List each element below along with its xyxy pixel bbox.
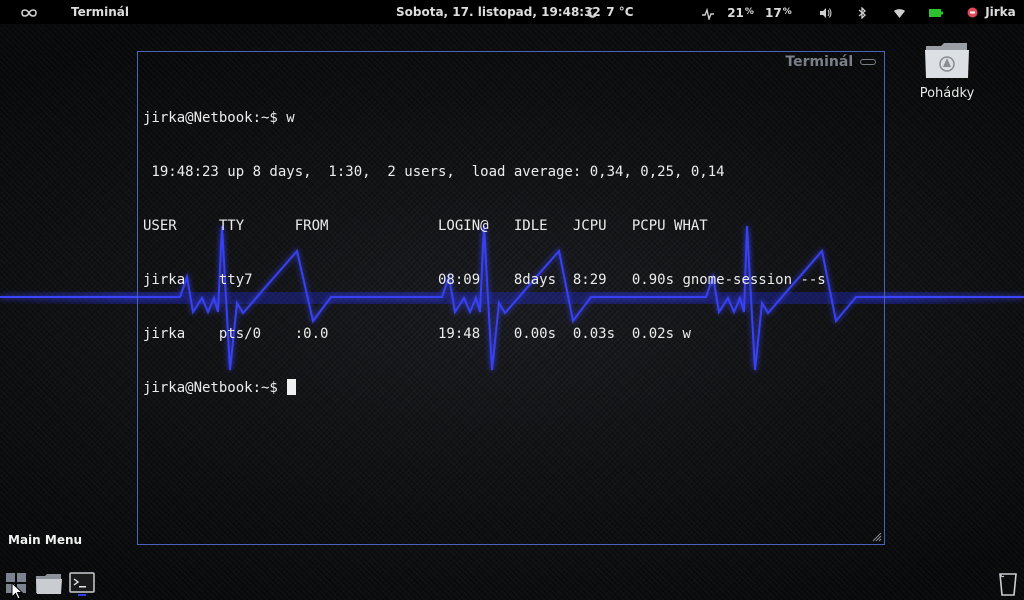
terminal-line: 19:48:23 up 8 days, 1:30, 2 users, load … (143, 164, 725, 180)
trash-icon (999, 573, 1017, 596)
terminal-line: jirka@Netbook:~$ w (143, 110, 295, 126)
battery-unit: % (782, 7, 792, 17)
activities-button[interactable] (20, 0, 38, 24)
volume-icon (820, 7, 832, 18)
terminal-cursor (287, 379, 297, 395)
terminal-line: jirka pts/0 :0.0 19:48 0.00s 0.03s 0.02s… (143, 326, 691, 342)
user-name: Jirka (985, 5, 1016, 19)
clock[interactable]: Sobota, 17. listopad, 19:48:32 (396, 0, 601, 24)
pulse-icon (702, 7, 714, 21)
user-status-icon (967, 7, 978, 18)
network-indicator[interactable] (893, 0, 906, 24)
volume-indicator[interactable] (819, 0, 832, 24)
terminal-line: USER TTY FROM LOGIN@ IDLE JCPU PCPU WHAT (143, 218, 708, 234)
terminal-title[interactable]: Terminál (785, 54, 876, 70)
cpu-unit: % (744, 7, 754, 17)
dock-trash[interactable] (998, 570, 1018, 600)
minimize-icon[interactable] (860, 59, 876, 65)
infinity-icon (21, 8, 37, 17)
main-menu-label[interactable]: Main Menu (8, 533, 82, 547)
dock-file-manager[interactable] (35, 573, 63, 599)
weather-temp: 7 °C (606, 5, 634, 19)
terminal-icon (69, 572, 95, 596)
terminal-title-label: Terminál (785, 54, 854, 70)
moon-icon (587, 7, 597, 18)
resize-grip-icon[interactable] (872, 532, 882, 542)
terminal-line: jirka tty7 08:09 8days 8:29 0.90s gnome-… (143, 272, 826, 288)
folder-icon (925, 43, 969, 78)
bluetooth-icon (858, 5, 866, 20)
dock-terminal[interactable] (69, 572, 95, 600)
desktop-folder-pohadky[interactable]: Pohádky (914, 40, 980, 101)
active-app-menu[interactable]: Terminál (71, 0, 129, 24)
top-panel: Terminál Sobota, 17. listopad, 19:48:32 … (0, 0, 1024, 24)
weather-indicator[interactable]: 7 °C (586, 0, 634, 24)
battery-value: 17 (765, 6, 782, 20)
terminal-window[interactable]: Terminál jirka@Netbook:~$ w 19:48:23 up … (137, 51, 885, 545)
terminal-output[interactable]: jirka@Netbook:~$ w 19:48:23 up 8 days, 1… (143, 73, 880, 433)
battery-icon (929, 8, 943, 17)
wifi-icon (894, 8, 905, 18)
system-monitor-mem[interactable]: 17% (765, 0, 792, 24)
file-manager-icon (36, 574, 62, 594)
power-indicator[interactable] (929, 0, 943, 24)
cpu-value: 21 (727, 6, 744, 20)
user-menu[interactable]: Jirka (967, 0, 1016, 24)
mouse-pointer-icon (11, 582, 23, 600)
terminal-prompt: jirka@Netbook:~$ (143, 380, 287, 396)
system-monitor-cpu[interactable]: 21% (702, 0, 754, 24)
desktop-folder-label: Pohádky (919, 86, 975, 101)
bluetooth-indicator[interactable] (858, 0, 866, 24)
terminal-prompt-line[interactable]: jirka@Netbook:~$ (143, 379, 880, 397)
